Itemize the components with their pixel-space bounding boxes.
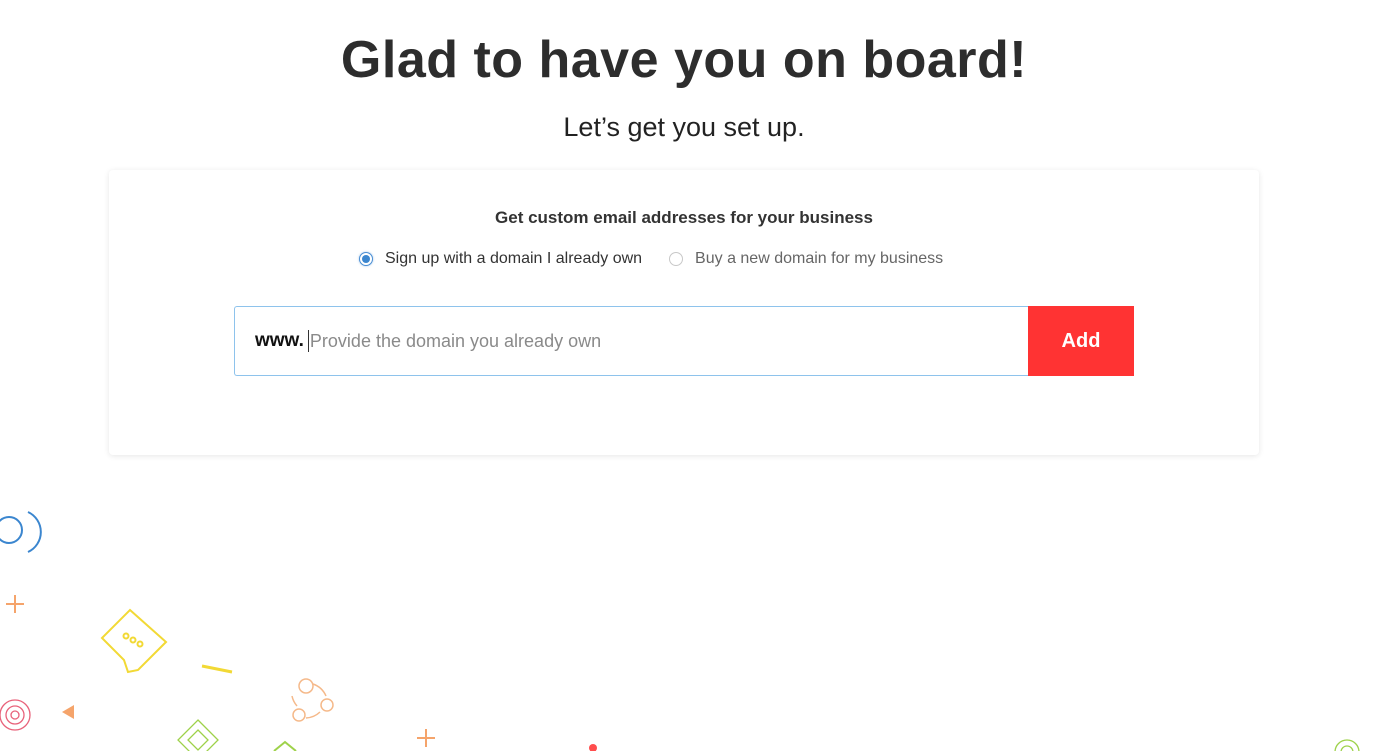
ring-icon: [0, 511, 42, 553]
domain-setup-card: Get custom email addresses for your busi…: [109, 170, 1259, 455]
mandala-icon: [0, 699, 31, 731]
card-title: Get custom email addresses for your busi…: [495, 208, 873, 227]
domain-input-wrapper[interactable]: www.: [234, 306, 1028, 376]
flower-icon: [1334, 739, 1360, 751]
diamond-outline-icon: [273, 740, 297, 751]
diamond-pattern-icon: [177, 719, 219, 751]
radio-buy-domain-circle[interactable]: [669, 252, 684, 266]
dot-icon: [589, 744, 597, 751]
onboarding-page: Glad to have you on board! Let’s get you…: [0, 0, 1400, 751]
plus-icon-small: [417, 729, 435, 747]
plus-icon: [6, 595, 24, 613]
domain-input[interactable]: [309, 330, 950, 352]
domain-option-group: Sign up with a domain I already own Buy …: [359, 248, 943, 270]
chat-bubble-icon: [100, 608, 168, 674]
radio-own-domain-label: Sign up with a domain I already own: [385, 250, 643, 267]
radio-buy-domain-label: Buy a new domain for my business: [695, 250, 944, 267]
decorative-confetti: [0, 511, 1360, 751]
page-title: Glad to have you on board!: [340, 31, 1028, 89]
dash-icon: [201, 664, 233, 674]
share-icon: [291, 678, 334, 722]
page-subtitle: Let’s get you set up.: [563, 112, 805, 142]
text-caret: [307, 330, 309, 352]
domain-prefix: www.: [255, 330, 304, 351]
domain-form: www. Add: [234, 306, 1134, 376]
radio-own-domain-circle[interactable]: [359, 252, 373, 266]
radio-own-domain[interactable]: Sign up with a domain I already own: [359, 250, 642, 268]
triangle-icon: [62, 705, 74, 719]
add-button[interactable]: Add: [1028, 306, 1134, 376]
radio-buy-domain[interactable]: Buy a new domain for my business: [669, 250, 943, 268]
